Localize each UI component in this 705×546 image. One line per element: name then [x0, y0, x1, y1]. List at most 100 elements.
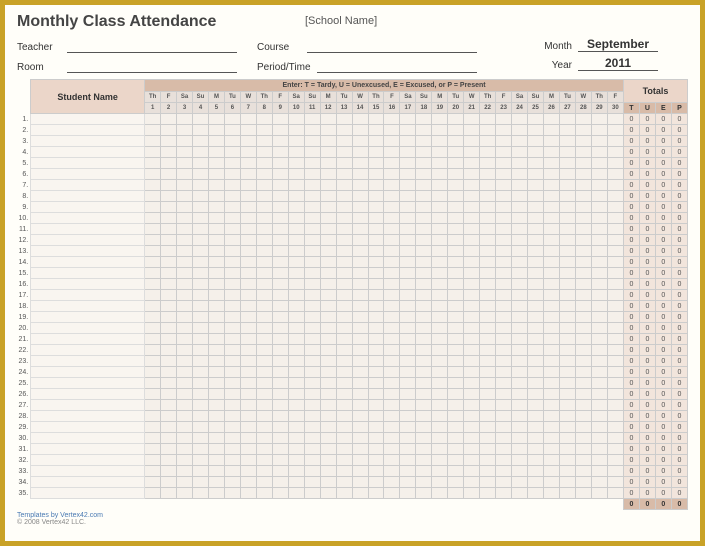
attendance-cell[interactable]	[177, 235, 193, 246]
attendance-cell[interactable]	[400, 389, 416, 400]
attendance-cell[interactable]	[208, 279, 224, 290]
attendance-cell[interactable]	[575, 466, 591, 477]
attendance-cell[interactable]	[432, 279, 448, 290]
attendance-cell[interactable]	[272, 268, 288, 279]
attendance-cell[interactable]	[304, 400, 320, 411]
attendance-cell[interactable]	[145, 224, 161, 235]
attendance-cell[interactable]	[448, 488, 464, 499]
attendance-cell[interactable]	[512, 411, 528, 422]
attendance-cell[interactable]	[288, 455, 304, 466]
attendance-cell[interactable]	[193, 136, 209, 147]
attendance-cell[interactable]	[352, 202, 368, 213]
student-name-cell[interactable]	[31, 323, 145, 334]
attendance-cell[interactable]	[400, 356, 416, 367]
attendance-cell[interactable]	[432, 158, 448, 169]
attendance-cell[interactable]	[512, 235, 528, 246]
attendance-cell[interactable]	[528, 180, 544, 191]
attendance-cell[interactable]	[607, 323, 623, 334]
attendance-cell[interactable]	[607, 246, 623, 257]
attendance-cell[interactable]	[448, 411, 464, 422]
attendance-cell[interactable]	[352, 345, 368, 356]
attendance-cell[interactable]	[575, 389, 591, 400]
attendance-cell[interactable]	[145, 488, 161, 499]
attendance-cell[interactable]	[352, 136, 368, 147]
attendance-cell[interactable]	[193, 290, 209, 301]
student-name-cell[interactable]	[31, 367, 145, 378]
attendance-cell[interactable]	[480, 246, 496, 257]
attendance-cell[interactable]	[496, 224, 512, 235]
attendance-cell[interactable]	[320, 345, 336, 356]
attendance-cell[interactable]	[607, 356, 623, 367]
student-name-cell[interactable]	[31, 202, 145, 213]
attendance-cell[interactable]	[575, 334, 591, 345]
attendance-cell[interactable]	[224, 158, 240, 169]
attendance-cell[interactable]	[528, 444, 544, 455]
attendance-cell[interactable]	[288, 323, 304, 334]
attendance-cell[interactable]	[480, 466, 496, 477]
attendance-cell[interactable]	[240, 455, 256, 466]
attendance-cell[interactable]	[320, 367, 336, 378]
attendance-cell[interactable]	[368, 114, 384, 125]
attendance-cell[interactable]	[336, 136, 352, 147]
student-name-cell[interactable]	[31, 257, 145, 268]
attendance-cell[interactable]	[272, 180, 288, 191]
attendance-cell[interactable]	[224, 312, 240, 323]
attendance-cell[interactable]	[543, 389, 559, 400]
attendance-cell[interactable]	[256, 411, 272, 422]
attendance-cell[interactable]	[559, 312, 575, 323]
attendance-cell[interactable]	[193, 334, 209, 345]
attendance-cell[interactable]	[464, 345, 480, 356]
attendance-cell[interactable]	[352, 466, 368, 477]
attendance-cell[interactable]	[416, 323, 432, 334]
attendance-cell[interactable]	[352, 279, 368, 290]
attendance-cell[interactable]	[304, 136, 320, 147]
attendance-cell[interactable]	[177, 444, 193, 455]
attendance-cell[interactable]	[208, 147, 224, 158]
attendance-cell[interactable]	[512, 312, 528, 323]
attendance-cell[interactable]	[272, 312, 288, 323]
attendance-cell[interactable]	[304, 235, 320, 246]
attendance-cell[interactable]	[416, 180, 432, 191]
attendance-cell[interactable]	[208, 202, 224, 213]
attendance-cell[interactable]	[320, 169, 336, 180]
attendance-cell[interactable]	[448, 213, 464, 224]
attendance-cell[interactable]	[543, 433, 559, 444]
attendance-cell[interactable]	[480, 290, 496, 301]
attendance-cell[interactable]	[575, 257, 591, 268]
attendance-cell[interactable]	[256, 136, 272, 147]
attendance-cell[interactable]	[559, 169, 575, 180]
attendance-cell[interactable]	[272, 334, 288, 345]
attendance-cell[interactable]	[256, 466, 272, 477]
attendance-cell[interactable]	[607, 136, 623, 147]
attendance-cell[interactable]	[400, 488, 416, 499]
attendance-cell[interactable]	[256, 444, 272, 455]
attendance-cell[interactable]	[256, 400, 272, 411]
attendance-cell[interactable]	[543, 356, 559, 367]
attendance-cell[interactable]	[464, 268, 480, 279]
attendance-cell[interactable]	[352, 257, 368, 268]
attendance-cell[interactable]	[240, 367, 256, 378]
attendance-cell[interactable]	[448, 312, 464, 323]
attendance-cell[interactable]	[368, 433, 384, 444]
attendance-cell[interactable]	[208, 400, 224, 411]
attendance-cell[interactable]	[448, 191, 464, 202]
attendance-cell[interactable]	[368, 224, 384, 235]
attendance-cell[interactable]	[288, 312, 304, 323]
attendance-cell[interactable]	[208, 180, 224, 191]
attendance-cell[interactable]	[591, 202, 607, 213]
attendance-cell[interactable]	[368, 191, 384, 202]
attendance-cell[interactable]	[464, 378, 480, 389]
attendance-cell[interactable]	[256, 202, 272, 213]
attendance-cell[interactable]	[193, 202, 209, 213]
attendance-cell[interactable]	[448, 257, 464, 268]
attendance-cell[interactable]	[256, 224, 272, 235]
attendance-cell[interactable]	[528, 411, 544, 422]
attendance-cell[interactable]	[177, 367, 193, 378]
attendance-cell[interactable]	[177, 202, 193, 213]
attendance-cell[interactable]	[591, 114, 607, 125]
attendance-cell[interactable]	[464, 301, 480, 312]
attendance-cell[interactable]	[352, 125, 368, 136]
attendance-cell[interactable]	[400, 466, 416, 477]
attendance-cell[interactable]	[352, 356, 368, 367]
attendance-cell[interactable]	[448, 290, 464, 301]
